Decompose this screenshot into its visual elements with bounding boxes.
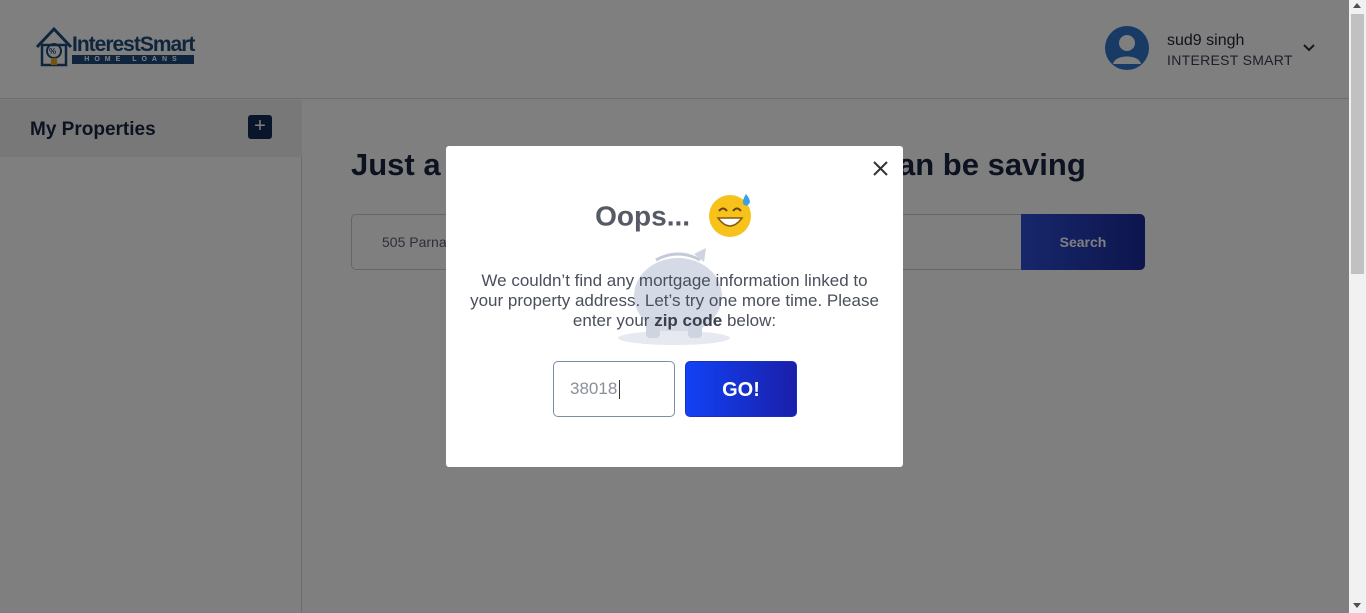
grinning-sweat-emoji-icon — [708, 194, 751, 237]
modal-title-text: Oops... — [595, 200, 691, 232]
go-button[interactable]: GO! — [685, 361, 797, 417]
text-caret — [619, 380, 620, 399]
zip-code-modal: Oops... We couldn’t find any mortgage in… — [446, 146, 903, 467]
scroll-thumb[interactable] — [1351, 14, 1364, 274]
page-scrollbar[interactable] — [1349, 0, 1366, 613]
modal-title: Oops... — [446, 194, 903, 242]
modal-message-bold: zip code — [654, 311, 723, 330]
close-icon[interactable] — [872, 160, 889, 177]
scroll-up-arrow-icon[interactable] — [1353, 3, 1361, 8]
modal-message: We couldn’t find any mortgage informatio… — [466, 271, 883, 331]
modal-message-part2: below: — [726, 311, 777, 330]
zip-code-input[interactable] — [553, 361, 675, 417]
scroll-down-arrow-icon[interactable] — [1353, 603, 1361, 608]
